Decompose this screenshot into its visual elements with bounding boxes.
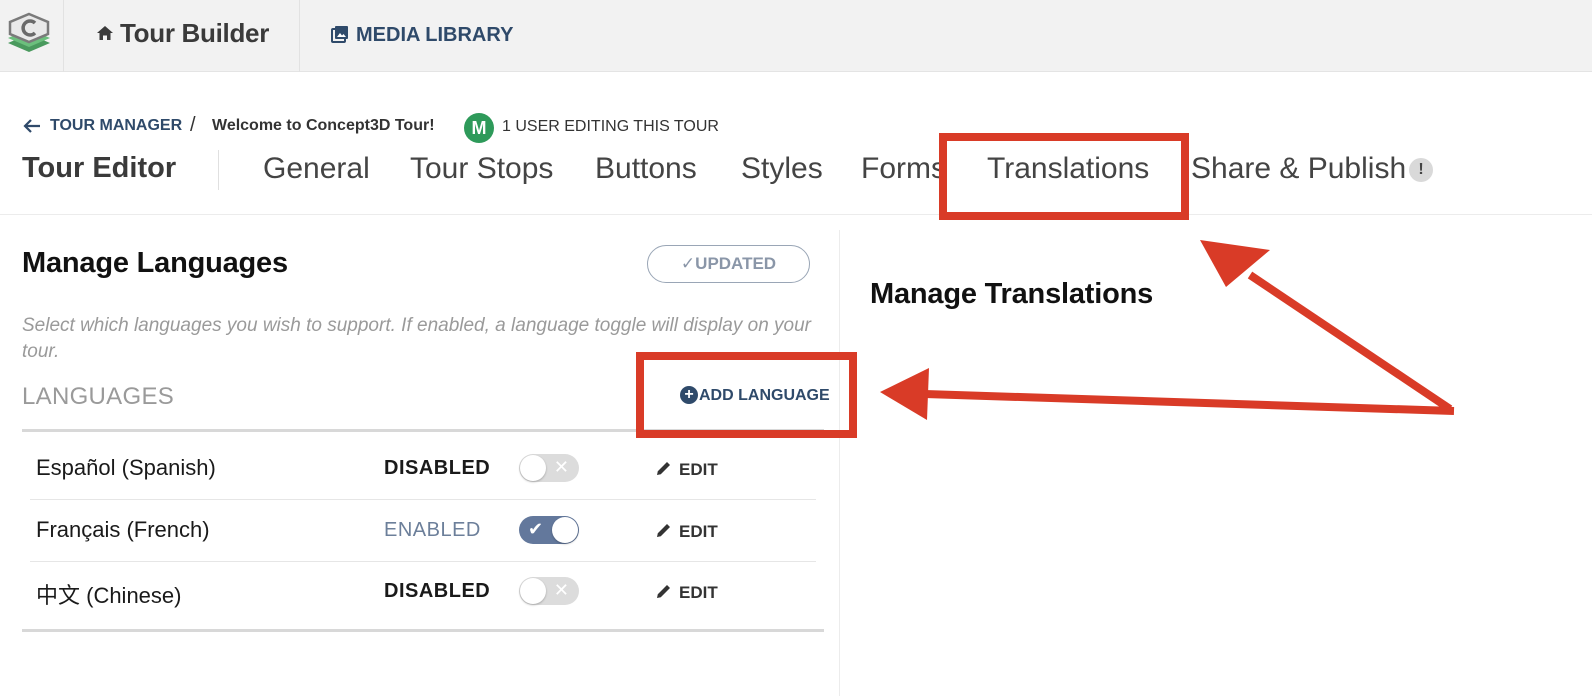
manage-translations-title: Manage Translations xyxy=(870,278,1154,310)
x-icon: ✕ xyxy=(553,580,569,600)
status-text: DISABLED xyxy=(384,457,491,479)
avatar: M xyxy=(464,113,494,143)
toggle-knob xyxy=(520,455,546,481)
annotation-box-add-language xyxy=(636,352,857,438)
annotation-box-translations xyxy=(939,133,1189,220)
logo[interactable] xyxy=(0,0,64,72)
pencil-icon xyxy=(657,585,670,598)
panel-divider xyxy=(839,230,840,696)
tab-forms[interactable]: Forms xyxy=(861,152,946,186)
check-icon: ✔ xyxy=(528,519,544,539)
toggle-knob xyxy=(552,517,578,543)
languages-label: LANGUAGES xyxy=(22,383,175,410)
tour-manager-link[interactable]: TOUR MANAGER xyxy=(50,117,182,135)
home-icon xyxy=(97,26,113,40)
edit-label: EDIT xyxy=(679,460,718,479)
nav-media-library-label: MEDIA LIBRARY xyxy=(356,24,514,46)
editing-status: 1 USER EDITING THIS TOUR xyxy=(502,118,719,135)
page-title: Tour Editor xyxy=(22,152,177,184)
concept3d-logo-icon xyxy=(8,12,50,52)
language-name: 中文 (Chinese) xyxy=(36,583,182,608)
breadcrumb-separator: / xyxy=(190,114,196,136)
language-toggle[interactable]: ✕ xyxy=(519,577,579,605)
language-toggle[interactable]: ✔ xyxy=(519,516,579,544)
toggle-knob xyxy=(520,578,546,604)
table-row: Español (Spanish) DISABLED ✕ EDIT xyxy=(30,438,816,500)
language-name: Français (French) xyxy=(36,517,210,542)
edit-label: EDIT xyxy=(679,522,718,541)
tab-styles[interactable]: Styles xyxy=(741,152,823,186)
tab-share-publish[interactable]: Share & Publish xyxy=(1191,152,1406,186)
tab-general[interactable]: General xyxy=(263,152,370,186)
language-name: Español (Spanish) xyxy=(36,455,216,480)
divider xyxy=(0,214,1592,215)
table-row: Français (French) ENABLED ✔ EDIT xyxy=(30,500,816,562)
tab-buttons[interactable]: Buttons xyxy=(595,152,697,186)
language-toggle[interactable]: ✕ xyxy=(519,454,579,482)
divider xyxy=(218,150,219,190)
nav-tour-builder[interactable]: Tour Builder xyxy=(64,0,300,72)
image-icon xyxy=(331,26,348,43)
warning-icon[interactable]: ! xyxy=(1409,158,1433,182)
table-bottom-border xyxy=(22,629,824,632)
arrow-to-translations-icon xyxy=(1200,240,1453,413)
nav-tour-builder-label: Tour Builder xyxy=(120,18,270,48)
tab-tour-stops[interactable]: Tour Stops xyxy=(410,152,553,186)
updated-button[interactable]: ✓UPDATED xyxy=(647,245,810,283)
x-icon: ✕ xyxy=(553,457,569,477)
arrow-left-icon[interactable] xyxy=(22,118,42,134)
arrow-to-add-language-icon xyxy=(880,368,1455,420)
top-bar: Tour Builder MEDIA LIBRARY xyxy=(0,0,1592,72)
table-row: 中文 (Chinese) DISABLED ✕ EDIT xyxy=(30,561,816,623)
tour-title: Welcome to Concept3D Tour! xyxy=(212,117,435,134)
pencil-icon xyxy=(657,524,670,537)
status-text: ENABLED xyxy=(384,519,481,541)
edit-label: EDIT xyxy=(679,583,718,602)
status-text: DISABLED xyxy=(384,580,491,602)
manage-languages-title: Manage Languages xyxy=(22,247,288,279)
pencil-icon xyxy=(657,462,670,475)
